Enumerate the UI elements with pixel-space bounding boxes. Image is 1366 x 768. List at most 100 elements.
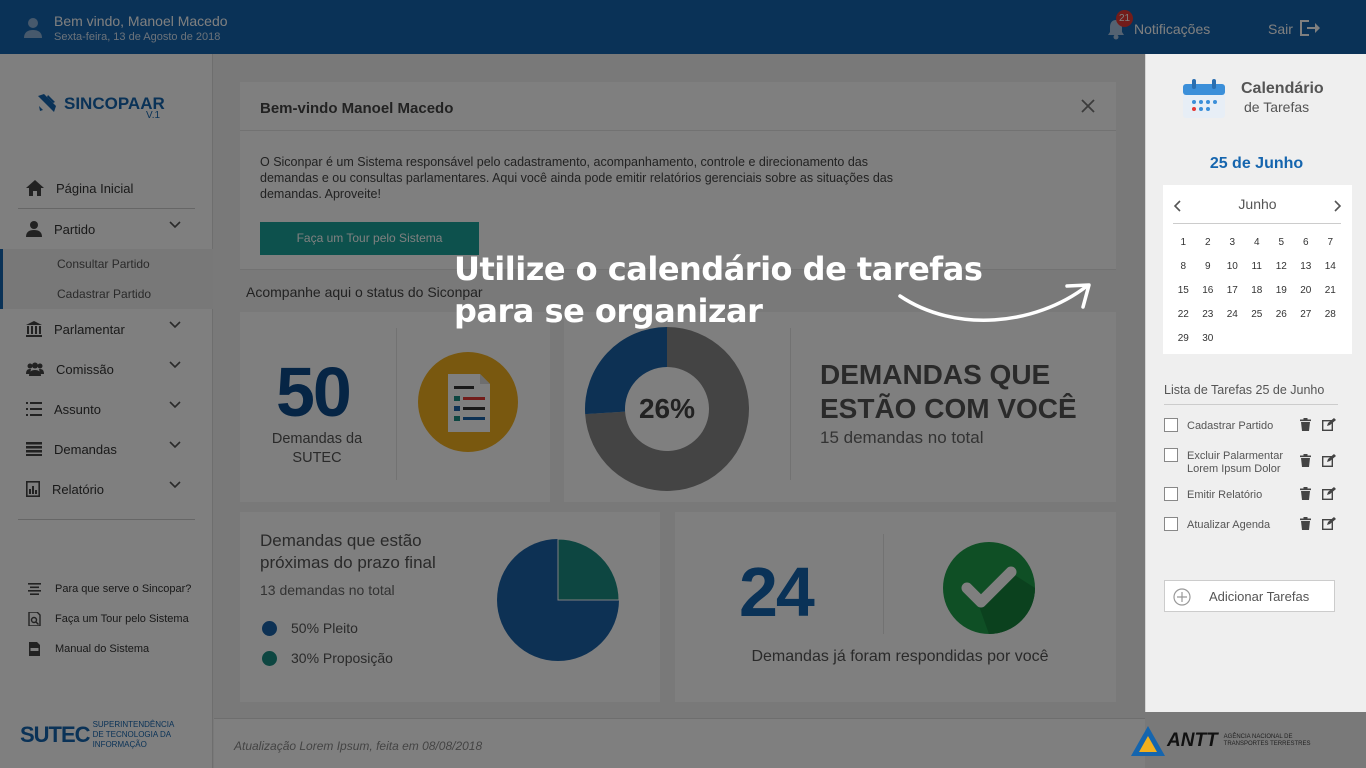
calendar-day[interactable]: 7 bbox=[1318, 231, 1343, 255]
edit-icon[interactable] bbox=[1321, 517, 1336, 535]
task-label: Emitir Relatório bbox=[1187, 489, 1263, 501]
answered-label: Demandas já foram respondidas por você bbox=[751, 648, 1049, 665]
nav-consultar-partido[interactable]: Consultar Partido bbox=[3, 249, 213, 279]
calendar-day[interactable]: 11 bbox=[1245, 255, 1270, 279]
calendar-day[interactable]: 14 bbox=[1318, 255, 1343, 279]
trash-icon[interactable] bbox=[1300, 418, 1311, 436]
current-date: Sexta-feira, 13 de Agosto de 2018 bbox=[54, 31, 221, 43]
group-icon bbox=[26, 362, 44, 376]
help-link-tour[interactable]: Faça um Tour pelo Sistema bbox=[0, 604, 213, 634]
calendar-day[interactable]: 23 bbox=[1196, 303, 1221, 327]
calendar-day[interactable]: 4 bbox=[1245, 231, 1270, 255]
calendar-day[interactable]: 20 bbox=[1294, 279, 1319, 303]
chevron-down-icon bbox=[169, 401, 181, 409]
calendar-day[interactable]: 12 bbox=[1269, 255, 1294, 279]
notifications-button[interactable]: 21 Notificações bbox=[1104, 10, 1224, 42]
calendar-day[interactable]: 21 bbox=[1318, 279, 1343, 303]
home-icon bbox=[26, 180, 44, 196]
nav-assunto[interactable]: Assunto bbox=[0, 389, 213, 429]
calendar-day[interactable]: 17 bbox=[1220, 279, 1245, 303]
edit-icon[interactable] bbox=[1321, 418, 1336, 436]
card-divider bbox=[883, 534, 884, 634]
calendar-day[interactable]: 5 bbox=[1269, 231, 1294, 255]
calendar-day[interactable]: 8 bbox=[1171, 255, 1196, 279]
calendar-day[interactable]: 28 bbox=[1318, 303, 1343, 327]
calendar-day[interactable]: 1 bbox=[1171, 231, 1196, 255]
pie-slice-proposicao bbox=[557, 538, 620, 601]
close-icon[interactable] bbox=[1080, 98, 1096, 119]
calendar-day[interactable]: 2 bbox=[1196, 231, 1221, 255]
add-task-button[interactable]: Adicionar Tarefas bbox=[1164, 580, 1335, 612]
your-demands-card: 26% DEMANDAS QUE ESTÃO COM VOCÊ 15 deman… bbox=[564, 312, 1116, 502]
sutec-name: SUTEC bbox=[20, 722, 91, 747]
user-greeting: Bem vindo, Manoel Macedo bbox=[54, 13, 228, 29]
nav-relatorio[interactable]: Relatório bbox=[0, 469, 213, 509]
calendar-day[interactable]: 13 bbox=[1294, 255, 1319, 279]
update-info: Atualização Lorem Ipsum, feita em 08/08/… bbox=[234, 739, 483, 753]
sutec-demands-label: Demandas da SUTEC bbox=[271, 431, 363, 466]
nav-cadastrar-partido[interactable]: Cadastrar Partido bbox=[3, 279, 213, 309]
nav-relatorio-label: Relatório bbox=[52, 481, 105, 497]
calendar-day[interactable]: 19 bbox=[1269, 279, 1294, 303]
help-link-manual[interactable]: Manual do Sistema bbox=[0, 634, 213, 664]
tour-button[interactable]: Faça um Tour pelo Sistema bbox=[260, 222, 479, 255]
deadline-demands-card: Demandas que estão próximas do prazo fin… bbox=[240, 512, 660, 702]
edit-icon[interactable] bbox=[1321, 454, 1336, 472]
callout-arrow-icon bbox=[898, 283, 1091, 322]
task-checkbox[interactable] bbox=[1164, 448, 1178, 462]
chevron-right-icon[interactable] bbox=[1334, 199, 1342, 217]
plus-circle-icon bbox=[1173, 588, 1191, 609]
help-link-manual-label: Manual do Sistema bbox=[55, 643, 150, 655]
calendar-day[interactable]: 3 bbox=[1220, 231, 1245, 255]
trash-icon[interactable] bbox=[1300, 454, 1311, 472]
calendar-day[interactable]: 24 bbox=[1220, 303, 1245, 327]
nav-demandas-label: Demandas bbox=[54, 441, 117, 457]
antt-name: ANTT bbox=[1167, 730, 1218, 751]
calendar-day[interactable]: 25 bbox=[1245, 303, 1270, 327]
logout-button[interactable]: Sair bbox=[1268, 16, 1328, 42]
report-icon bbox=[26, 481, 40, 497]
antt-subtitle-line2: Transportes Terrestres bbox=[1223, 741, 1311, 747]
help-link-tour-label: Faça um Tour pelo Sistema bbox=[55, 613, 189, 625]
calendar-day[interactable]: 10 bbox=[1220, 255, 1245, 279]
calendar-day[interactable]: 26 bbox=[1269, 303, 1294, 327]
calendar-day[interactable]: 6 bbox=[1294, 231, 1319, 255]
chevron-down-icon bbox=[169, 221, 181, 229]
sutec-subtitle-line2: de Tecnologia da Informação bbox=[92, 730, 171, 749]
answered-value: 24 bbox=[739, 553, 815, 631]
task-checkbox[interactable] bbox=[1164, 418, 1178, 432]
trash-icon[interactable] bbox=[1300, 517, 1311, 535]
edit-icon[interactable] bbox=[1321, 487, 1336, 505]
calendar-title: Calendário bbox=[1241, 80, 1324, 97]
calendar-day[interactable]: 22 bbox=[1171, 303, 1196, 327]
nav-demandas[interactable]: Demandas bbox=[0, 429, 213, 469]
nav-parlamentar[interactable]: Parlamentar bbox=[0, 309, 213, 349]
welcome-text: O Siconpar é um Sistema responsável pelo… bbox=[260, 155, 894, 201]
task-checkbox[interactable] bbox=[1164, 517, 1178, 531]
nav-comissao[interactable]: Comissão bbox=[0, 349, 213, 389]
main-content: Bem-vindo Manoel Macedo O Siconpar é um … bbox=[214, 54, 1145, 718]
nav-partido[interactable]: Partido bbox=[0, 209, 213, 249]
calendar-day[interactable]: 16 bbox=[1196, 279, 1221, 303]
your-demands-title: DEMANDAS QUE ESTÃO COM VOCÊ bbox=[820, 358, 1077, 426]
antt-subtitle: Agência Nacional de Transportes Terrestr… bbox=[1224, 734, 1311, 748]
nav-parlamentar-label: Parlamentar bbox=[54, 321, 125, 337]
legend-label-proposicao: 30% Proposição bbox=[291, 650, 393, 666]
calendar-day[interactable]: 18 bbox=[1245, 279, 1270, 303]
task-checkbox[interactable] bbox=[1164, 487, 1178, 501]
task-label: Atualizar Agenda bbox=[1187, 519, 1271, 531]
trash-icon[interactable] bbox=[1300, 487, 1311, 505]
calendar-day[interactable]: 9 bbox=[1196, 255, 1221, 279]
chevron-down-icon bbox=[169, 361, 181, 369]
help-link-purpose[interactable]: Para que serve o Sincopar? bbox=[0, 574, 213, 604]
nav-home[interactable]: Página Inicial bbox=[0, 168, 213, 208]
calendar-day[interactable]: 29 bbox=[1171, 327, 1196, 351]
your-demands-title-line2: ESTÃO COM VOCÊ bbox=[820, 393, 1077, 424]
calendar-month-underline bbox=[1173, 223, 1341, 224]
card-divider bbox=[396, 328, 397, 480]
calendar-day[interactable]: 27 bbox=[1294, 303, 1319, 327]
calendar-day[interactable]: 30 bbox=[1196, 327, 1221, 351]
deadline-title-line2: próximas do prazo final bbox=[260, 553, 436, 572]
nav-comissao-label: Comissão bbox=[56, 361, 114, 377]
calendar-day[interactable]: 15 bbox=[1171, 279, 1196, 303]
